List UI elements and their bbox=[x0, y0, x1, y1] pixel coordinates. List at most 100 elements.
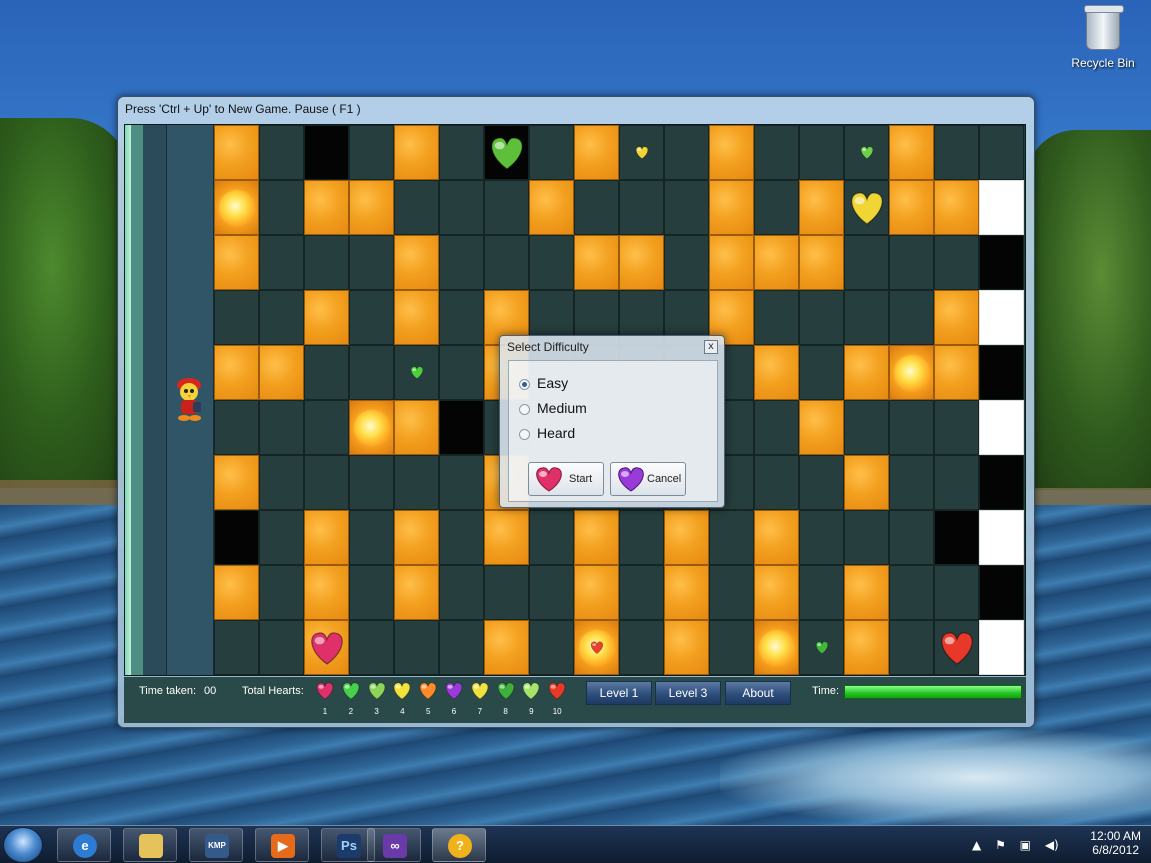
board-cell-orange bbox=[844, 620, 889, 675]
heart-legend-item: 3 bbox=[366, 681, 388, 716]
board-cell-dark bbox=[709, 620, 754, 675]
board-cell-dark bbox=[349, 510, 394, 565]
heart-icon bbox=[495, 681, 517, 703]
heart-icon bbox=[417, 681, 439, 703]
cancel-button[interactable]: Cancel bbox=[610, 462, 686, 496]
recycle-bin-icon bbox=[1084, 5, 1124, 50]
board-cell-fire bbox=[214, 180, 259, 235]
board-cell-dark bbox=[304, 455, 349, 510]
heart-collectible-icon bbox=[859, 145, 875, 160]
board-cell-dark bbox=[754, 180, 799, 235]
help-icon[interactable]: ? bbox=[432, 828, 486, 862]
heart-icon bbox=[546, 681, 568, 703]
board-cell-dark bbox=[529, 620, 574, 675]
board-cell-orange bbox=[394, 235, 439, 290]
board-cell-white bbox=[979, 510, 1024, 565]
board-cell-dark bbox=[934, 565, 979, 620]
board-cell-black bbox=[439, 400, 484, 455]
start-button[interactable]: Start bbox=[528, 462, 604, 496]
board-cell-orange bbox=[889, 180, 934, 235]
board-cell-orange bbox=[664, 620, 709, 675]
start-button[interactable] bbox=[3, 827, 43, 863]
heart-legend-number: 3 bbox=[374, 707, 379, 716]
recycle-bin[interactable]: Recycle Bin bbox=[1068, 5, 1138, 70]
board-cell-white bbox=[979, 400, 1024, 455]
board-cell-dark bbox=[439, 510, 484, 565]
board-cell-orange bbox=[574, 235, 619, 290]
show-hidden-icons-icon[interactable]: ▲ bbox=[972, 838, 981, 852]
heart-collectible-icon bbox=[486, 133, 528, 173]
board-cell-dark bbox=[214, 290, 259, 345]
board-cell-fire bbox=[889, 345, 934, 400]
heart-icon bbox=[314, 681, 336, 703]
board-cell-dark bbox=[754, 125, 799, 180]
action-center-flag-icon[interactable]: ⚑ bbox=[995, 838, 1006, 852]
board-cell-dark bbox=[394, 455, 439, 510]
heart-legend-item: 7 bbox=[469, 681, 491, 716]
board-cell-dark bbox=[619, 565, 664, 620]
media-player-icon[interactable]: ▶ bbox=[255, 828, 309, 862]
board-cell-dark bbox=[259, 290, 304, 345]
difficulty-option-hard[interactable]: Heard bbox=[519, 425, 575, 441]
about-button[interactable]: About bbox=[725, 681, 791, 705]
level-1-button[interactable]: Level 1 bbox=[586, 681, 652, 705]
board-cell-dark bbox=[664, 180, 709, 235]
heart-legend-number: 6 bbox=[451, 707, 457, 716]
board-cell-orange bbox=[664, 565, 709, 620]
heart-icon bbox=[520, 681, 542, 703]
board-cell-dark bbox=[619, 510, 664, 565]
difficulty-option-medium[interactable]: Medium bbox=[519, 400, 587, 416]
heart-collectible-icon bbox=[814, 640, 830, 655]
fireball-icon bbox=[758, 629, 795, 666]
board-cell-orange bbox=[574, 510, 619, 565]
heart-legend-item: 6 bbox=[443, 681, 465, 716]
kmplayer-icon[interactable]: KMP bbox=[189, 828, 243, 862]
heart-legend-number: 4 bbox=[400, 707, 405, 716]
board-cell-dark bbox=[439, 125, 484, 180]
board-cell-dark bbox=[439, 180, 484, 235]
clock[interactable]: 12:00 AM 6/8/2012 bbox=[1090, 829, 1141, 857]
board-cell-dark bbox=[889, 620, 934, 675]
board-cell-orange bbox=[214, 345, 259, 400]
board-cell-dark bbox=[799, 510, 844, 565]
fireball-icon bbox=[353, 409, 390, 446]
board-cell-dark bbox=[799, 345, 844, 400]
board-cell-dark bbox=[259, 180, 304, 235]
board-cell-black bbox=[979, 455, 1024, 510]
board-cell-dark bbox=[349, 235, 394, 290]
total-hearts-label: Total Hearts: bbox=[242, 685, 304, 697]
board-cell-orange bbox=[844, 345, 889, 400]
board-cell-black bbox=[304, 125, 349, 180]
board-cell-orange bbox=[349, 180, 394, 235]
fireball-icon bbox=[218, 189, 255, 226]
difficulty-option-label: Heard bbox=[537, 425, 576, 441]
volume-icon[interactable]: ◀) bbox=[1045, 838, 1059, 852]
heart-legend-number: 9 bbox=[529, 707, 534, 716]
board-cell-orange bbox=[799, 235, 844, 290]
board-cell-fire bbox=[349, 400, 394, 455]
visual-studio-icon[interactable]: ∞ bbox=[367, 828, 421, 862]
board-cell-orange bbox=[709, 125, 754, 180]
board-cell-dark bbox=[754, 455, 799, 510]
board-cell-black bbox=[979, 235, 1024, 290]
time-progress-bar bbox=[844, 685, 1022, 699]
difficulty-option-easy[interactable]: Easy bbox=[519, 375, 568, 391]
system-tray: ▲ ⚑ ▣ ◀) bbox=[972, 838, 1069, 852]
dialog-close-button[interactable]: x bbox=[704, 340, 718, 354]
network-icon[interactable]: ▣ bbox=[1020, 838, 1031, 852]
board-cell-white bbox=[979, 620, 1024, 675]
desktop-wallpaper-jungle-left bbox=[0, 118, 130, 488]
dialog-title: Select Difficulty bbox=[507, 340, 589, 354]
board-cell-orange bbox=[394, 290, 439, 345]
file-explorer-icon[interactable] bbox=[123, 828, 177, 862]
heart-icon bbox=[391, 681, 413, 703]
board-cell-dark bbox=[439, 620, 484, 675]
board-cell-orange bbox=[304, 290, 349, 345]
board-cell-orange bbox=[664, 510, 709, 565]
start-lane bbox=[143, 125, 167, 675]
internet-explorer-icon[interactable]: e bbox=[57, 828, 111, 862]
board-cell-orange bbox=[574, 125, 619, 180]
board-cell-orange bbox=[709, 180, 754, 235]
heart-collectible-icon bbox=[306, 628, 348, 668]
level-3-button[interactable]: Level 3 bbox=[655, 681, 721, 705]
